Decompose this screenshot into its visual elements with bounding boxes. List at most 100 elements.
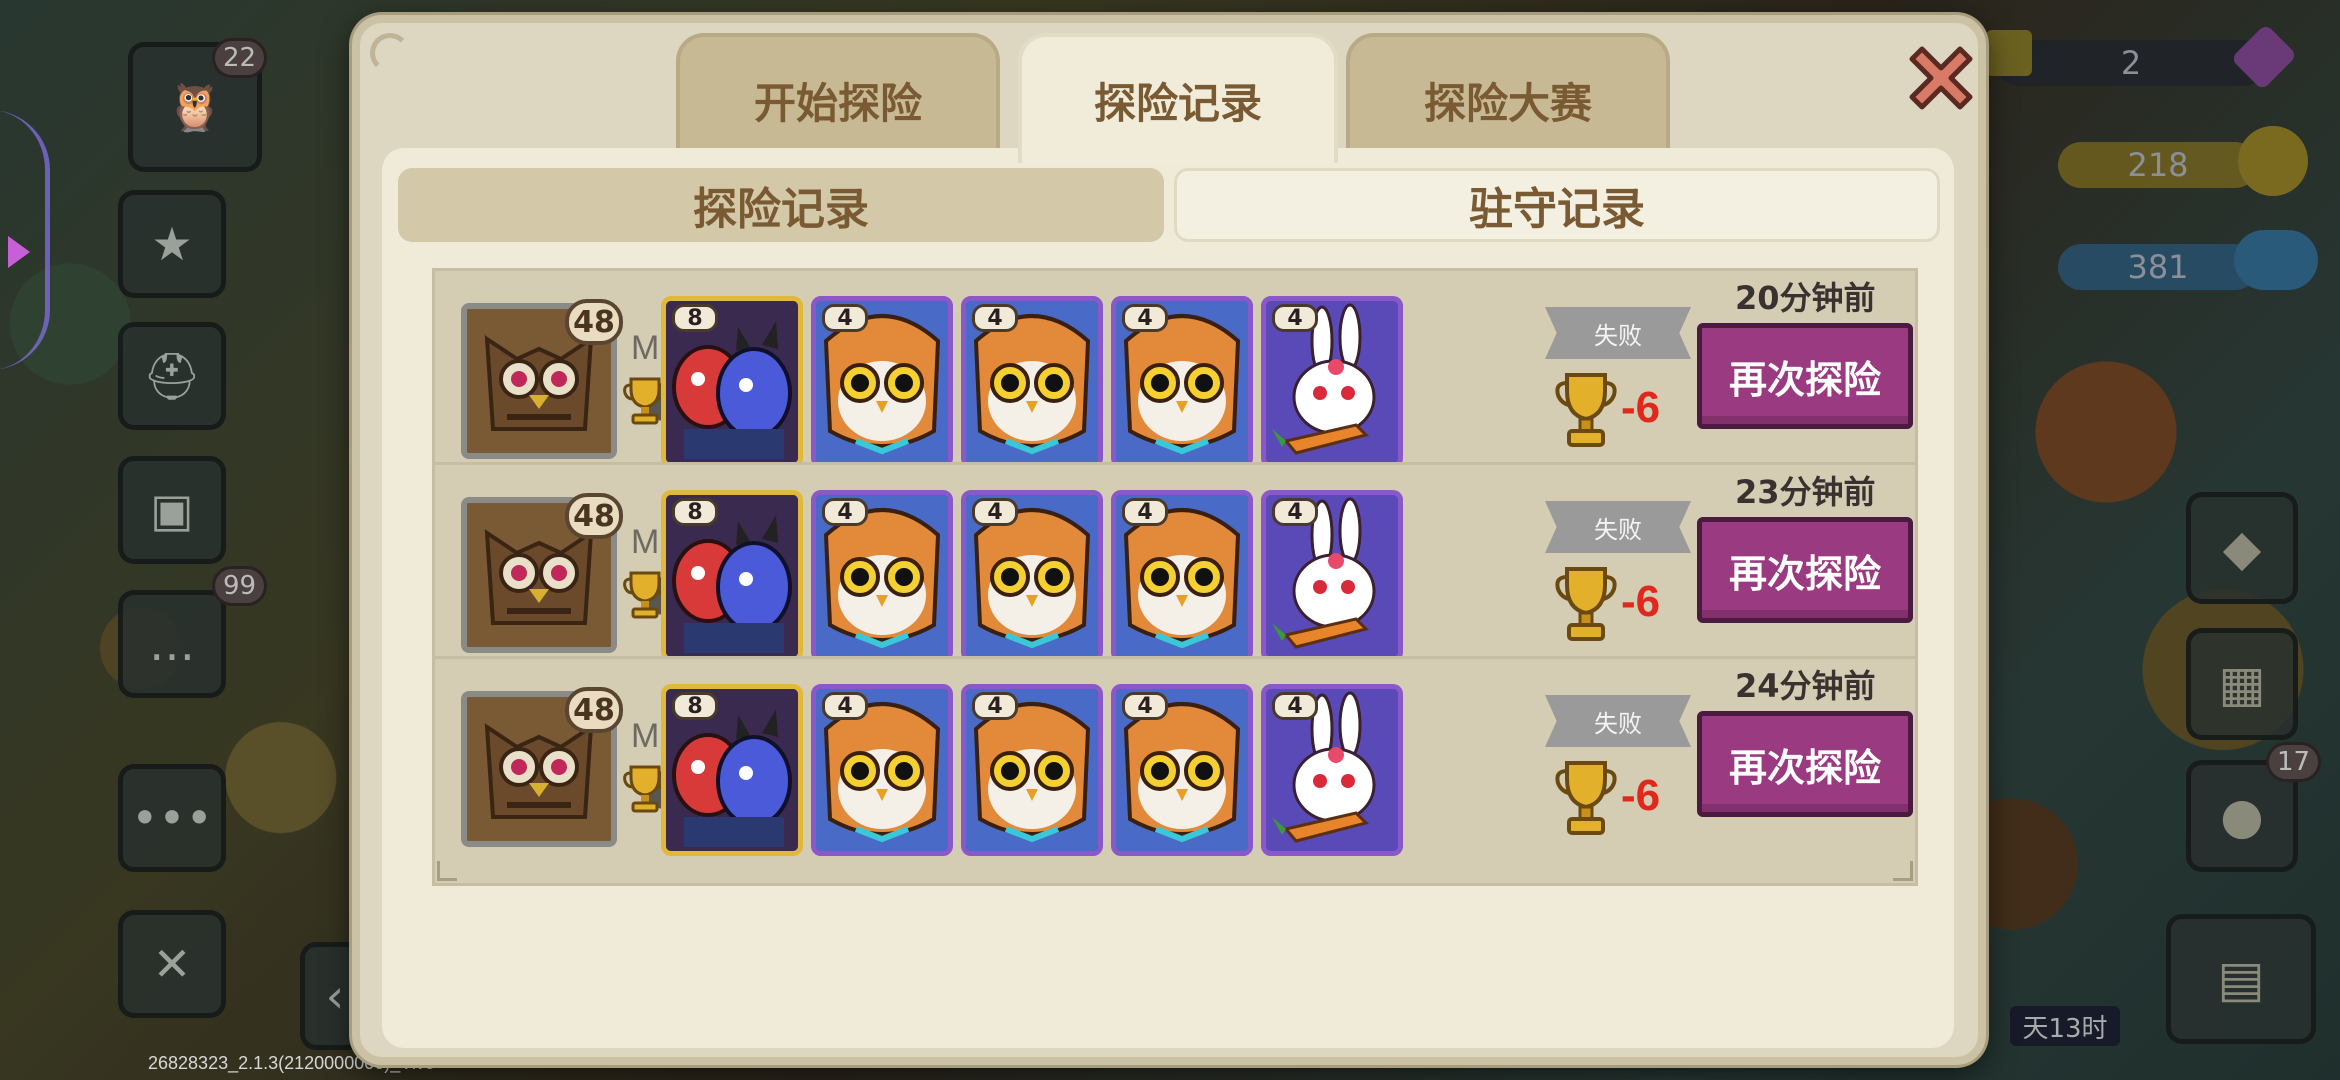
row-corner-ornament — [437, 861, 457, 881]
banner-icon: ◆ — [2222, 519, 2262, 577]
unit-card[interactable]: 4 — [961, 296, 1103, 468]
star-icon: ★ — [151, 217, 193, 271]
scroll-map-icon: ✕ — [152, 937, 192, 991]
gem-count: 2 — [2120, 44, 2142, 82]
more-icon: ••• — [131, 791, 213, 845]
gift-button[interactable]: ▦ — [2186, 628, 2298, 740]
tab-label: 探险记录 — [1093, 78, 1262, 128]
unit-level-badge: 4 — [1272, 304, 1318, 332]
trophy-change: -6 — [1621, 577, 1661, 626]
expand-arrow-icon[interactable] — [8, 236, 30, 268]
stone-count: 381 — [2127, 248, 2189, 286]
row-corner-ornament — [1893, 861, 1913, 881]
tab-start-expedition[interactable]: 开始探险 — [676, 33, 1000, 163]
unit-card[interactable]: 4 — [1111, 684, 1253, 856]
result-ribbon: 失败 — [1545, 307, 1691, 359]
unit-card[interactable]: 8 — [661, 684, 803, 856]
unit-level-badge: 4 — [822, 498, 868, 526]
more-button[interactable]: ••• — [118, 764, 226, 872]
records-panel: 探险记录 驻守记录 48 MM 2005 — [382, 148, 1954, 1048]
unit-card[interactable]: 4 — [1111, 490, 1253, 662]
subtab-label: 探险记录 — [693, 184, 869, 235]
trophy-icon — [1555, 373, 1617, 447]
trophy-icon — [1555, 761, 1617, 835]
result-ribbon: 失败 — [1545, 695, 1691, 747]
result-label: 失败 — [1594, 709, 1642, 738]
unit-level-badge: 8 — [672, 304, 718, 332]
stone-icon — [2234, 230, 2318, 290]
record-row: 48 MM 1995 84444 失败 -6 24分钟前 再次探险 — [432, 656, 1918, 886]
opponent-level: 48 — [573, 498, 615, 534]
event-timer-label: 天13时 — [2022, 1013, 2108, 1044]
unit-level-badge: 4 — [972, 304, 1018, 332]
tab-label: 开始探险 — [753, 78, 922, 128]
unit-level-badge: 4 — [822, 692, 868, 720]
subtab-garrison-records[interactable]: 驻守记录 — [1174, 168, 1940, 242]
knight-button[interactable]: ⛑ — [118, 322, 226, 430]
profile-badge: 22 — [212, 38, 268, 78]
helmet-icon: ⛑ — [142, 348, 202, 403]
unit-level-badge: 8 — [672, 692, 718, 720]
unit-card[interactable]: 4 — [811, 490, 953, 662]
unit-card[interactable]: 4 — [1111, 296, 1253, 468]
chest-button[interactable]: ▤ — [2166, 914, 2316, 1044]
profile-badge-count: 22 — [223, 43, 257, 73]
time-ago: 23分钟前 — [1735, 473, 1876, 511]
map-button[interactable]: ✕ — [118, 910, 226, 1018]
owl-avatar-icon: 🦉 — [166, 79, 224, 134]
tab-label: 探险大赛 — [1423, 78, 1592, 128]
coin-counter: 218 — [2058, 142, 2258, 188]
unit-level-badge: 4 — [1272, 498, 1318, 526]
unit-level-badge: 4 — [1272, 692, 1318, 720]
unit-card[interactable]: 4 — [1261, 296, 1403, 468]
trophy-change: -6 — [1621, 771, 1661, 820]
book-button[interactable]: ▣ — [118, 456, 226, 564]
unit-card[interactable]: 8 — [661, 296, 803, 468]
subtab-expedition-records[interactable]: 探险记录 — [398, 168, 1164, 242]
event-timer: 天13时 — [2010, 1006, 2120, 1046]
unit-card[interactable]: 4 — [961, 490, 1103, 662]
opponent-level: 48 — [573, 692, 615, 728]
chat-badge-count: 99 — [223, 571, 257, 601]
trophy-change: -6 — [1621, 383, 1661, 432]
tab-expedition-contest[interactable]: 探险大赛 — [1346, 33, 1670, 163]
egg-badge: 17 — [2266, 742, 2322, 782]
opponent-level-badge: 48 — [565, 299, 623, 345]
unit-card[interactable]: 4 — [1261, 684, 1403, 856]
expedition-dialog: 开始探险 探险记录 探险大赛 探险记录 驻守记录 48 MM 8 4 4 4 4… — [352, 15, 1986, 1065]
retry-expedition-button[interactable]: 再次探险 — [1697, 323, 1913, 429]
unit-card[interactable]: 8 — [661, 490, 803, 662]
retry-expedition-button[interactable]: 再次探险 — [1697, 711, 1913, 817]
unit-level-badge: 4 — [1122, 498, 1168, 526]
star-button[interactable]: ★ — [118, 190, 226, 298]
retry-button-label: 再次探险 — [1728, 745, 1881, 790]
unit-card[interactable]: 4 — [811, 296, 953, 468]
coin-count: 218 — [2127, 146, 2189, 184]
retry-expedition-button[interactable]: 再次探险 — [1697, 517, 1913, 623]
egg-icon: ● — [2220, 787, 2264, 845]
chat-icon: … — [149, 617, 195, 671]
plus-icon[interactable] — [1986, 30, 2032, 76]
gem-counter: 2 — [1996, 40, 2266, 86]
close-button[interactable] — [1898, 35, 1984, 121]
unit-level-badge: 4 — [972, 692, 1018, 720]
tab-expedition-records[interactable]: 探险记录 — [1018, 33, 1338, 163]
gift-icon: ▦ — [2218, 655, 2266, 713]
unit-level-badge: 4 — [972, 498, 1018, 526]
unit-card[interactable]: 4 — [961, 684, 1103, 856]
time-ago: 24分钟前 — [1735, 667, 1876, 705]
trophy-icon — [1555, 567, 1617, 641]
result-label: 失败 — [1594, 321, 1642, 350]
result-ribbon: 失败 — [1545, 501, 1691, 553]
subtab-label: 驻守记录 — [1469, 184, 1645, 235]
chat-badge: 99 — [212, 566, 268, 606]
banner-button[interactable]: ◆ — [2186, 492, 2298, 604]
chevron-left-icon: ‹ — [325, 969, 345, 1023]
unit-card[interactable]: 4 — [1261, 490, 1403, 662]
unit-level-badge: 4 — [1122, 692, 1168, 720]
records-list[interactable]: 48 MM 2005 84444 失败 -6 20分钟前 再次探险 — [412, 268, 1942, 1030]
chat-button[interactable]: … — [118, 590, 226, 698]
unit-card[interactable]: 4 — [811, 684, 953, 856]
coin-icon — [2238, 126, 2308, 196]
retry-button-label: 再次探险 — [1728, 357, 1881, 402]
